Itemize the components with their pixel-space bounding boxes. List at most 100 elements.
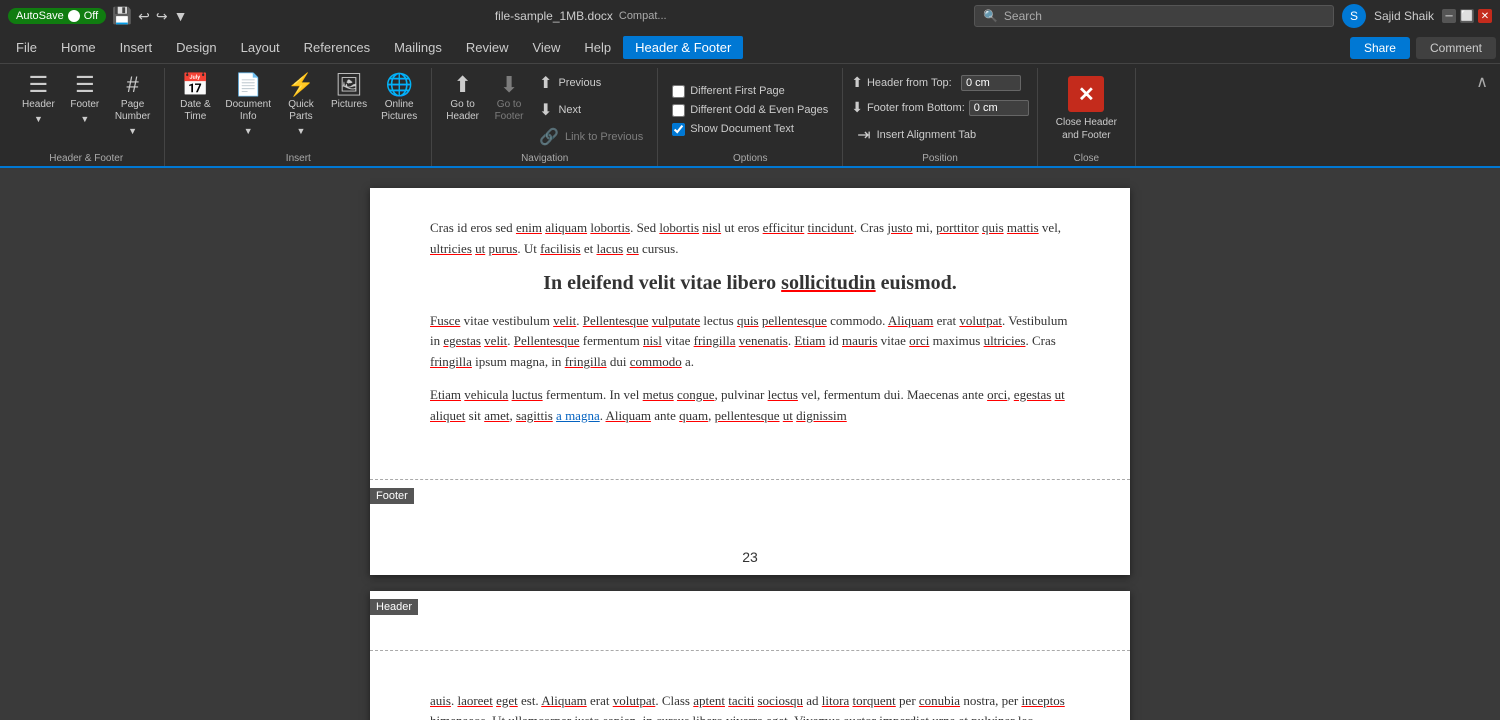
- page-number-label: PageNumber: [115, 99, 151, 123]
- menu-help[interactable]: Help: [572, 36, 623, 59]
- autosave-toggle[interactable]: AutoSave Off: [8, 8, 106, 24]
- pictures-button[interactable]: 🖼 Pictures: [325, 70, 373, 115]
- menu-design[interactable]: Design: [164, 36, 228, 59]
- user-name: Sajid Shaik: [1374, 9, 1434, 23]
- doc-heading: In eleifend velit vitae libero sollicitu…: [430, 272, 1070, 295]
- ribbon-group-headerfooter: ☰ Header ▼ ☰ Footer ▼ # PageNumber ▼ Hea…: [8, 68, 165, 166]
- undo-icon[interactable]: ↩: [138, 8, 150, 25]
- previous-icon: ⬆: [539, 73, 552, 93]
- insert-alignment-tab-label: Insert Alignment Tab: [877, 129, 976, 141]
- previous-button[interactable]: ⬆ Previous: [533, 70, 649, 96]
- close-group-label: Close: [1074, 150, 1100, 166]
- menu-references[interactable]: References: [292, 36, 382, 59]
- footer-pos-icon: ⬇: [851, 99, 863, 116]
- menu-mailings[interactable]: Mailings: [382, 36, 454, 59]
- go-to-footer-button[interactable]: ⬇ Go toFooter: [487, 70, 531, 127]
- save-icon[interactable]: 💾: [112, 6, 132, 26]
- different-odd-even-checkbox[interactable]: [672, 104, 685, 117]
- redo-icon[interactable]: ↪: [156, 8, 168, 25]
- close-hf-icon: ✕: [1068, 76, 1104, 112]
- collapse-icon: ∧: [1476, 72, 1488, 92]
- datetime-button[interactable]: 📅 Date &Time: [173, 70, 217, 127]
- next-button[interactable]: ⬇ Next: [533, 97, 649, 123]
- footer-section[interactable]: Footer: [370, 479, 1130, 539]
- show-document-text-checkbox[interactable]: [672, 123, 685, 136]
- title-bar-left: AutoSave Off 💾 ↩ ↪ ▼: [8, 6, 187, 26]
- different-odd-even-option[interactable]: Different Odd & Even Pages: [666, 102, 834, 119]
- close-button[interactable]: ✕: [1478, 9, 1492, 23]
- docinfo-button[interactable]: 📄 DocumentInfo ▼: [219, 70, 277, 140]
- header-icon: ☰: [29, 74, 49, 96]
- docinfo-label: DocumentInfo: [225, 99, 271, 123]
- pictures-icon: 🖼: [335, 74, 363, 96]
- ribbon: ☰ Header ▼ ☰ Footer ▼ # PageNumber ▼ Hea…: [0, 64, 1500, 168]
- show-document-text-label: Show Document Text: [690, 123, 794, 135]
- footer-button[interactable]: ☰ Footer ▼: [63, 70, 107, 128]
- link-to-previous-button[interactable]: 🔗 Link to Previous: [533, 124, 649, 150]
- menu-insert[interactable]: Insert: [108, 36, 165, 59]
- title-center: file-sample_1MB.docx Compat...: [195, 9, 966, 23]
- go-to-footer-label: Go toFooter: [495, 99, 524, 123]
- different-first-page-checkbox[interactable]: [672, 85, 685, 98]
- menu-review[interactable]: Review: [454, 36, 521, 59]
- ribbon-collapse[interactable]: ∧: [1472, 68, 1492, 166]
- headerfooter-group-label: Header & Footer: [49, 150, 123, 166]
- minimize-button[interactable]: ─: [1442, 9, 1456, 23]
- header-pos-icon: ⬆: [851, 74, 863, 91]
- footer-from-bottom-input[interactable]: [969, 100, 1029, 116]
- window-buttons: ─ ⬜ ✕: [1442, 9, 1492, 23]
- more-icon[interactable]: ▼: [174, 8, 188, 24]
- menu-file[interactable]: File: [4, 36, 49, 59]
- header-label: Header: [370, 599, 418, 615]
- menu-view[interactable]: View: [520, 36, 572, 59]
- insert-group-label: Insert: [286, 150, 311, 166]
- datetime-label: Date &Time: [180, 99, 211, 123]
- document-area: Cras id eros sed enim aliquam lobortis. …: [0, 168, 1500, 720]
- title-right: S Sajid Shaik ─ ⬜ ✕: [1342, 4, 1492, 28]
- go-to-header-button[interactable]: ⬆ Go toHeader: [440, 70, 485, 127]
- different-first-page-option[interactable]: Different First Page: [666, 83, 791, 100]
- pictures-label: Pictures: [331, 99, 367, 111]
- header-from-top-input[interactable]: [961, 75, 1021, 91]
- ribbon-options-items: Different First Page Different Odd & Eve…: [666, 70, 834, 150]
- menu-home[interactable]: Home: [49, 36, 108, 59]
- quickparts-arrow: ▼: [297, 126, 306, 136]
- ribbon-group-position: ⬆ Header from Top: ⬇ Footer from Bottom:…: [843, 68, 1038, 166]
- quickparts-icon: ⚡: [287, 74, 314, 96]
- footer-from-bottom-label: Footer from Bottom:: [867, 102, 965, 114]
- header-from-top-label: Header from Top:: [867, 77, 957, 89]
- restore-button[interactable]: ⬜: [1460, 9, 1474, 23]
- search-placeholder: Search: [1004, 9, 1042, 23]
- online-pictures-button[interactable]: 🌐 OnlinePictures: [375, 70, 423, 127]
- datetime-icon: 📅: [182, 74, 209, 96]
- quickparts-button[interactable]: ⚡ QuickParts ▼: [279, 70, 323, 140]
- header-label: Header: [22, 99, 55, 111]
- footer-label-btn: Footer: [70, 99, 99, 111]
- menu-layout[interactable]: Layout: [229, 36, 292, 59]
- comment-button[interactable]: Comment: [1416, 37, 1496, 59]
- header-from-top-row: ⬆ Header from Top:: [851, 72, 1021, 93]
- para-1: Cras id eros sed enim aliquam lobortis. …: [430, 218, 1070, 260]
- header-section[interactable]: Header: [370, 591, 1130, 651]
- show-document-text-option[interactable]: Show Document Text: [666, 121, 800, 138]
- close-hf-label: Close Headerand Footer: [1056, 116, 1117, 142]
- close-header-footer-button[interactable]: ✕ Close Headerand Footer: [1046, 70, 1127, 148]
- share-button[interactable]: Share: [1350, 37, 1410, 59]
- document-page-1: Cras id eros sed enim aliquam lobortis. …: [370, 188, 1130, 575]
- page-1-content: Cras id eros sed enim aliquam lobortis. …: [370, 188, 1130, 469]
- header-button[interactable]: ☰ Header ▼: [16, 70, 61, 128]
- navigation-group-label: Navigation: [521, 150, 568, 166]
- different-odd-even-label: Different Odd & Even Pages: [690, 104, 828, 116]
- ribbon-nav-items: ⬆ Go toHeader ⬇ Go toFooter ⬆ Previous ⬇…: [440, 70, 649, 150]
- link-to-previous-label: Link to Previous: [565, 131, 643, 143]
- search-bar[interactable]: 🔍 Search: [974, 5, 1334, 27]
- insert-alignment-tab-button[interactable]: ⇥ Insert Alignment Tab: [851, 122, 982, 148]
- docinfo-arrow: ▼: [244, 126, 253, 136]
- previous-label: Previous: [558, 77, 601, 89]
- quickparts-label: QuickParts: [288, 99, 314, 123]
- menu-bar: File Home Insert Design Layout Reference…: [0, 32, 1500, 64]
- autosave-state: Off: [84, 10, 98, 22]
- menu-header-footer[interactable]: Header & Footer: [623, 36, 743, 59]
- page-number-button[interactable]: # PageNumber ▼: [109, 70, 157, 140]
- next-icon: ⬇: [539, 100, 552, 120]
